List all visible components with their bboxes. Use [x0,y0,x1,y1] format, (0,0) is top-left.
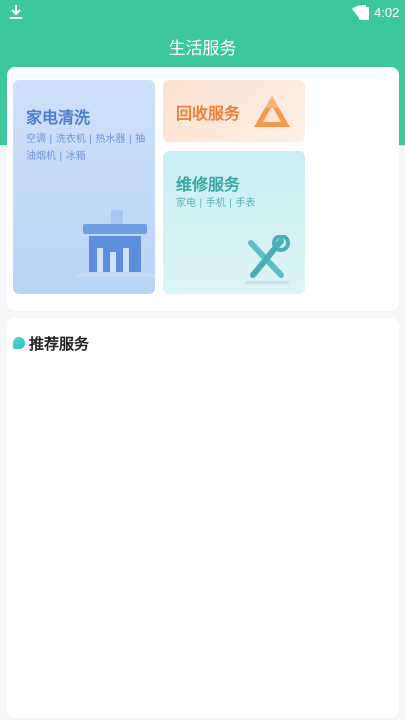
services-card: 家电清洗 空调 | 洗衣机 | 热水器 | 抽油烟机 | 冰箱 回收服务 维修服… [7,67,399,311]
battery-icon [359,5,369,20]
appliance-cleaning-title: 家电清洗 [26,108,91,127]
recycling-title: 回收服务 [176,104,241,123]
recommended-services-title: 推荐服务 [29,335,90,353]
repair-items: 家电 | 手机 | 手表 [176,198,256,209]
cleaning-brush-icon [75,210,155,277]
recycle-icon [254,96,290,127]
recycling-tile[interactable]: 回收服务 [163,80,305,142]
repair-tools-icon [245,235,290,284]
status-time: 4:02 [374,5,400,20]
repair-tile[interactable]: 维修服务 家电 | 手机 | 手表 [163,151,305,294]
recommended-services-card: 推荐服务 [7,318,399,718]
repair-title: 维修服务 [176,175,241,194]
status-bar: 4:02 [0,0,405,26]
leaf-dot-icon [13,337,25,349]
appliance-cleaning-tile[interactable]: 家电清洗 空调 | 洗衣机 | 热水器 | 抽油烟机 | 冰箱 [13,80,155,294]
download-icon [10,5,22,19]
appliance-cleaning-items: 空调 | 洗衣机 | 热水器 | 抽油烟机 | 冰箱 [26,134,146,162]
page-title: 生活服务 [168,39,237,59]
